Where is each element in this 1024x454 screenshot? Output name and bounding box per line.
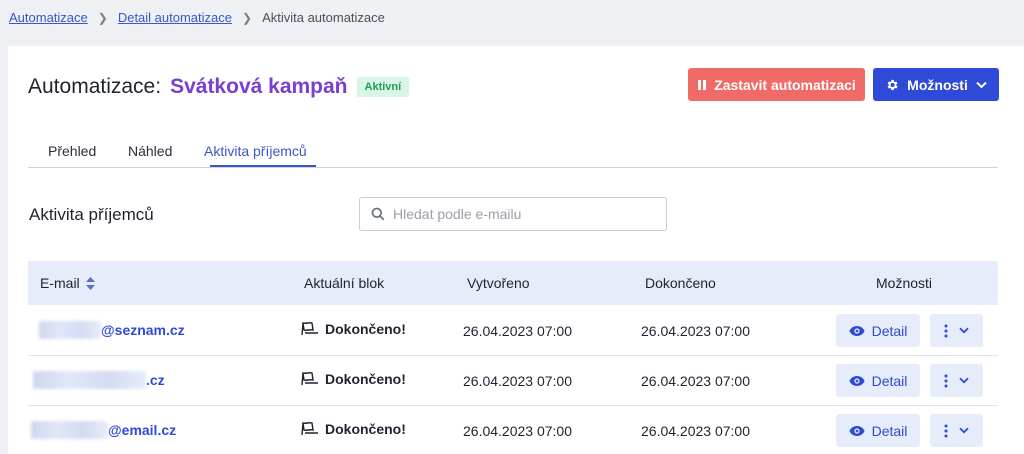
column-header-email-label: E-mail — [40, 275, 80, 291]
breadcrumb-link-detail[interactable]: Detail automatizace — [118, 10, 232, 25]
search-box — [359, 197, 667, 231]
finish-flag-icon — [301, 372, 318, 386]
column-header-completed: Dokončeno — [645, 275, 716, 291]
status-badge: Aktivní — [356, 77, 410, 97]
completed-date: 26.04.2023 07:00 — [641, 423, 750, 439]
breadcrumb-current: Aktivita automatizace — [262, 10, 385, 25]
current-block-label: Dokončeno! — [325, 371, 406, 387]
email-link[interactable]: .cz — [33, 371, 165, 389]
page-title: Automatizace: Svátková kampaň Aktivní — [28, 75, 410, 99]
current-block: Dokončeno! — [301, 321, 406, 337]
stop-automation-label: Zastavit automatizaci — [714, 76, 856, 93]
sort-icon[interactable] — [85, 276, 95, 290]
kebab-icon — [944, 324, 948, 337]
current-block-label: Dokončeno! — [325, 321, 406, 337]
table-row: @email.cz Dokončeno! 26.04.2023 07:00 26… — [28, 406, 998, 454]
detail-button[interactable]: Detail — [836, 314, 920, 347]
eye-icon — [849, 325, 865, 336]
section-title: Aktivita příjemců — [29, 205, 154, 224]
gear-icon — [887, 79, 898, 90]
column-header-options: Možnosti — [876, 275, 933, 291]
current-block: Dokončeno! — [301, 371, 406, 387]
kebab-icon — [944, 424, 948, 437]
email-suffix: .cz — [146, 372, 165, 388]
detail-label: Detail — [871, 372, 908, 389]
redacted-email — [39, 321, 101, 339]
tab-nahled[interactable]: Náhled — [128, 143, 172, 159]
chevron-down-icon — [959, 427, 969, 434]
email-link[interactable]: @email.cz — [31, 421, 176, 439]
row-actions-button[interactable] — [930, 414, 983, 447]
detail-label: Detail — [871, 322, 908, 339]
chevron-right-icon: ❯ — [242, 10, 253, 25]
tab-aktivita-prijemcu[interactable]: Aktivita příjemců — [204, 143, 307, 159]
pause-icon — [698, 79, 707, 90]
completed-date: 26.04.2023 07:00 — [641, 373, 750, 389]
row-actions-button[interactable] — [930, 314, 983, 347]
current-block-label: Dokončeno! — [325, 421, 406, 437]
email-suffix: @email.cz — [108, 422, 177, 438]
row-actions-button[interactable] — [930, 364, 983, 397]
created-date: 26.04.2023 07:00 — [463, 323, 572, 339]
redacted-email — [31, 421, 108, 439]
eye-icon — [849, 375, 865, 386]
table-row: .cz Dokončeno! 26.04.2023 07:00 26.04.20… — [28, 356, 998, 406]
column-header-email[interactable]: E-mail — [40, 275, 95, 291]
column-header-block: Aktuální blok — [304, 275, 385, 291]
search-input[interactable] — [393, 206, 653, 222]
finish-flag-icon — [301, 322, 318, 336]
breadcrumb-link-automatizace[interactable]: Automatizace — [9, 10, 88, 25]
eye-icon — [849, 425, 865, 436]
email-suffix: @seznam.cz — [101, 322, 185, 338]
active-tab-indicator — [210, 165, 316, 167]
detail-button[interactable]: Detail — [836, 414, 920, 447]
detail-label: Detail — [871, 422, 908, 439]
email-link[interactable]: @seznam.cz — [39, 321, 185, 339]
search-icon — [371, 207, 385, 221]
created-date: 26.04.2023 07:00 — [463, 373, 572, 389]
chevron-down-icon — [959, 377, 969, 384]
completed-date: 26.04.2023 07:00 — [641, 323, 750, 339]
chevron-right-icon: ❯ — [97, 10, 108, 25]
current-block: Dokončeno! — [301, 421, 406, 437]
automation-name: Svátková kampaň — [170, 75, 348, 98]
page-title-label: Automatizace: — [28, 75, 162, 98]
main-card: Automatizace: Svátková kampaň Aktivní Za… — [8, 46, 1024, 454]
created-date: 26.04.2023 07:00 — [463, 423, 572, 439]
kebab-icon — [944, 374, 948, 387]
chevron-down-icon — [959, 327, 969, 334]
redacted-email — [33, 371, 146, 389]
breadcrumb: Automatizace ❯ Detail automatizace ❯ Akt… — [9, 10, 385, 25]
options-button[interactable]: Možnosti — [873, 68, 999, 101]
stop-automation-button[interactable]: Zastavit automatizaci — [688, 68, 865, 101]
tab-bar: Přehled Náhled Aktivita příjemců — [28, 134, 998, 168]
detail-button[interactable]: Detail — [836, 364, 920, 397]
table-row: @seznam.cz Dokončeno! 26.04.2023 07:00 2… — [28, 306, 998, 356]
finish-flag-icon — [301, 422, 318, 436]
column-header-created: Vytvořeno — [467, 275, 530, 291]
tab-prehled[interactable]: Přehled — [48, 143, 96, 159]
options-label: Možnosti — [907, 76, 968, 93]
table-header: E-mail Aktuální blok Vytvořeno Dokončeno… — [28, 261, 998, 305]
chevron-down-icon — [976, 81, 987, 88]
